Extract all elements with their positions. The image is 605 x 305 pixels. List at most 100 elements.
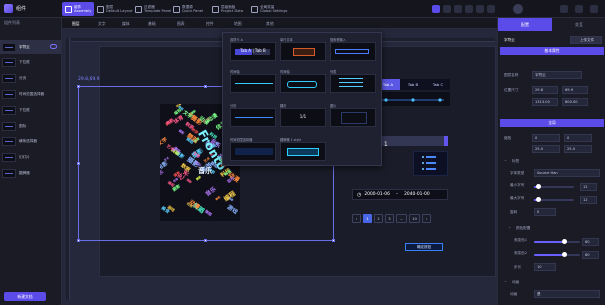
- canvas-tab[interactable]: 其他: [266, 21, 274, 27]
- tab-widget[interactable]: Tab A Tab B Tab C: [376, 79, 450, 90]
- gradient1-slider[interactable]: [534, 239, 580, 244]
- pager-button[interactable]: 10: [409, 214, 420, 223]
- component-card[interactable]: 时间轴: [230, 69, 276, 93]
- gradient2-slider[interactable]: [534, 252, 580, 257]
- font-max-input[interactable]: 12: [580, 196, 597, 204]
- resize-handle[interactable]: [204, 85, 207, 88]
- pager-button[interactable]: ›: [422, 214, 431, 223]
- resize-handle[interactable]: [332, 239, 335, 242]
- resize-handle[interactable]: [77, 162, 80, 165]
- rotate-input[interactable]: 0: [534, 208, 556, 216]
- sidebar-item[interactable]: 幻灯片: [0, 151, 61, 165]
- sidebar-item[interactable]: 图标: [0, 119, 61, 133]
- canvas-tab[interactable]: 图表: [177, 21, 185, 27]
- chevron-down-icon[interactable]: ⌄: [508, 225, 511, 229]
- component-card[interactable]: 时间范围选择器: [230, 137, 276, 161]
- tab-widget-tab-b[interactable]: Tab B: [401, 79, 425, 90]
- component-picker-panel: 选项卡 A Tab A | Tab B 单行文本 搜索框输入 时间轴 时间轴 列表 分页 翻页 1…: [222, 32, 382, 166]
- gradient1-input[interactable]: 80: [582, 238, 599, 246]
- sidebar-item[interactable]: 横条选择器: [0, 135, 61, 149]
- toolbar-item-3[interactable]: 数据源 Quick Panel: [170, 2, 206, 16]
- date-start[interactable]: 2000-01-06: [364, 192, 390, 197]
- pager-button[interactable]: 3: [385, 214, 394, 223]
- sidebar-item[interactable]: 时间范围选择器: [0, 87, 61, 101]
- pager-button[interactable]: 2: [374, 214, 383, 223]
- canvas-tab[interactable]: 地图: [234, 21, 242, 27]
- tab-widget-tab-c[interactable]: Tab C: [426, 79, 450, 90]
- font-min-input[interactable]: 12: [580, 183, 597, 191]
- font-max-slider[interactable]: [534, 197, 574, 202]
- chevron-down-icon[interactable]: ⌄: [504, 158, 507, 162]
- pager-button[interactable]: 1: [363, 214, 372, 223]
- sidebar-item[interactable]: 字符云: [0, 40, 61, 54]
- canvas-tab[interactable]: 图层: [72, 21, 80, 27]
- width-input[interactable]: 1313.00: [532, 98, 558, 106]
- pager-button[interactable]: ...: [396, 214, 407, 223]
- pos-y-input[interactable]: 69.9: [562, 86, 588, 94]
- redo-icon[interactable]: [443, 5, 451, 13]
- menu-icon[interactable]: [590, 5, 598, 13]
- component-card[interactable]: 时间轴: [280, 69, 326, 93]
- confirm-button-widget[interactable]: 确定按钮: [405, 243, 443, 251]
- toolbar-item-5[interactable]: 全局变量 Global Settings: [248, 2, 290, 16]
- date-range-widget[interactable]: ◷ 2000-01-06 – 2040-01-00: [352, 189, 448, 200]
- component-card[interactable]: 选项卡 A Tab A | Tab B: [230, 37, 276, 61]
- notification-icon[interactable]: [575, 5, 583, 13]
- layer-name-input[interactable]: 字符云: [532, 71, 582, 79]
- list-widget[interactable]: [413, 151, 448, 176]
- sidebar-item[interactable]: 分页: [0, 72, 61, 86]
- upload-button[interactable]: 上传文件: [570, 36, 602, 44]
- component-card[interactable]: 翻牌器 1 style: [280, 137, 326, 161]
- component-card-content: Tab A | Tab B: [240, 48, 266, 53]
- gradient2-input[interactable]: 80: [582, 251, 599, 259]
- pos-x-input[interactable]: 29.8: [532, 86, 558, 94]
- toolbar-item-label: 数据源 Quick Panel: [182, 5, 203, 13]
- user-avatar[interactable]: [513, 4, 523, 14]
- tab-config[interactable]: 配置: [498, 18, 552, 31]
- toolbar-item-2[interactable]: 过滤器 Template Panel: [132, 2, 174, 16]
- scale-y-input[interactable]: 0: [564, 134, 592, 142]
- height-input[interactable]: 800.00: [562, 98, 588, 106]
- component-card[interactable]: 搜索框输入: [330, 37, 376, 61]
- tab-interaction[interactable]: 交互: [552, 18, 605, 31]
- sidebar-item[interactable]: 下拉框: [0, 103, 61, 117]
- resize-handle[interactable]: [204, 239, 207, 242]
- undo-icon[interactable]: [432, 5, 440, 13]
- sidebar-item[interactable]: 下拉框: [0, 56, 61, 70]
- new-document-button[interactable]: 新建文档: [4, 292, 46, 301]
- toolbar-item-1[interactable]: 图层 Default Layout: [94, 2, 136, 16]
- component-card[interactable]: 分页: [230, 103, 276, 127]
- sidebar-item[interactable]: 翻牌器: [0, 166, 61, 180]
- canvas-tab[interactable]: 文字: [98, 21, 106, 27]
- resize-handle[interactable]: [77, 85, 80, 88]
- scale-w-input[interactable]: 25.0: [532, 145, 560, 153]
- scale-h-input[interactable]: 25.0: [564, 145, 592, 153]
- toolbar-item-0[interactable]: 组件 Assembly: [62, 2, 95, 16]
- scale-x-input[interactable]: 0: [532, 134, 560, 142]
- step-input[interactable]: 10: [534, 263, 556, 271]
- help-icon[interactable]: [560, 5, 568, 13]
- font-min-slider[interactable]: [534, 184, 574, 189]
- component-thumbnail: [2, 137, 16, 147]
- component-card[interactable]: 翻页 1/1: [280, 103, 326, 127]
- canvas-tab[interactable]: 控件: [206, 21, 214, 27]
- chevron-down-icon[interactable]: ⌄: [504, 279, 507, 283]
- preview-icon[interactable]: [454, 5, 462, 13]
- component-card[interactable]: 列表: [330, 69, 376, 93]
- font-type-select[interactable]: Source Han: [534, 169, 600, 177]
- share-icon[interactable]: [476, 5, 484, 13]
- toolbar-item-4[interactable]: 层级面板 Project Data: [209, 2, 246, 16]
- pager-button[interactable]: ‹: [352, 214, 361, 223]
- timeline-widget[interactable]: [376, 92, 450, 106]
- date-end[interactable]: 2040-01-00: [404, 192, 430, 197]
- component-card[interactable]: 图片: [330, 103, 376, 127]
- animation-select[interactable]: 是: [534, 290, 600, 298]
- resize-handle[interactable]: [77, 239, 80, 242]
- component-card[interactable]: 单行文本: [280, 37, 326, 61]
- visibility-toggle-icon[interactable]: [50, 44, 57, 49]
- publish-icon[interactable]: [465, 5, 473, 13]
- font-min-label: 最小字号: [510, 183, 525, 187]
- canvas-tab[interactable]: 基础: [148, 21, 156, 27]
- canvas-tab[interactable]: 媒体: [122, 21, 130, 27]
- settings-icon[interactable]: [487, 5, 495, 13]
